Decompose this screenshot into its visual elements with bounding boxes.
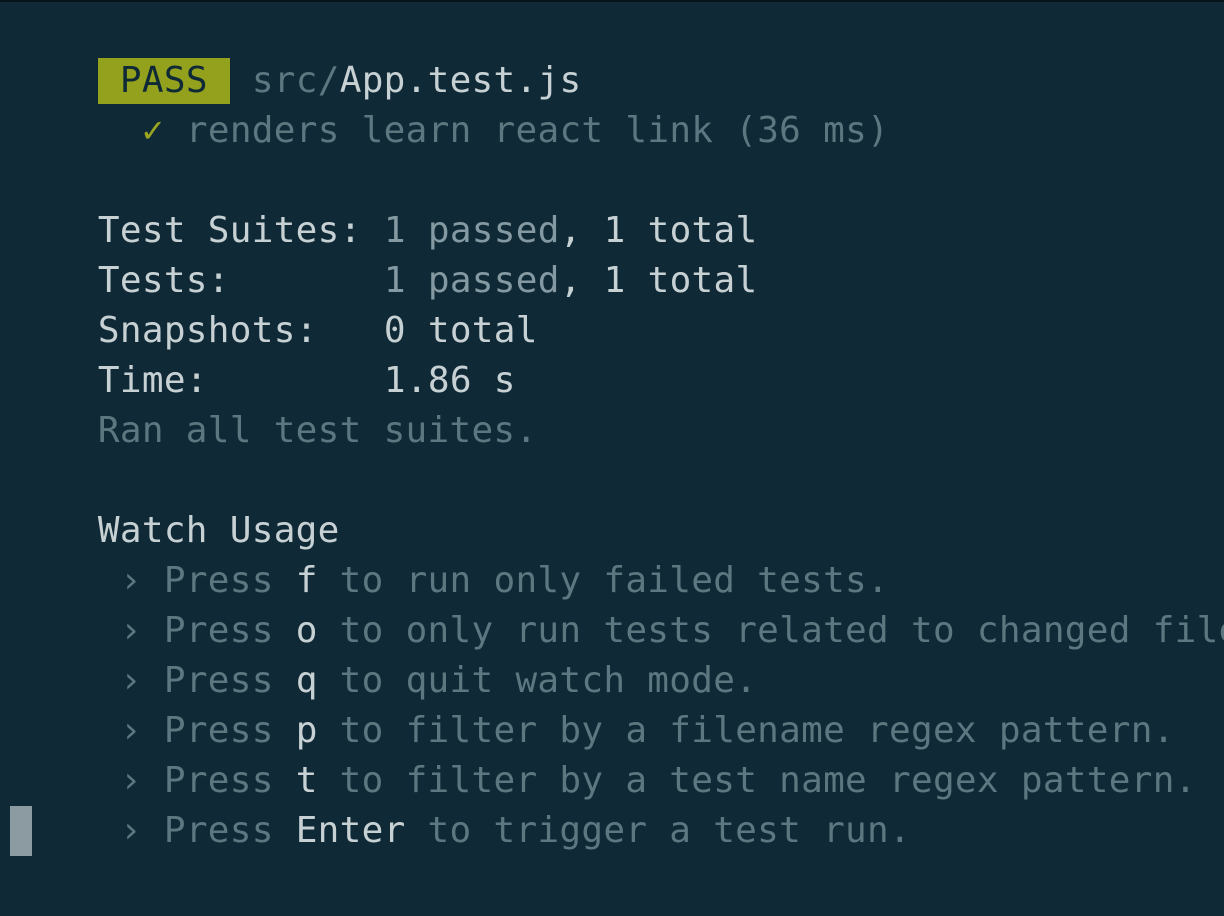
watch-usage-item: › Press p to filter by a filename regex … [32, 656, 1175, 751]
watch-usage-item: › Press q to quit watch mode. [32, 606, 757, 701]
terminal-cursor[interactable] [10, 806, 32, 856]
ran-all-line: Ran all test suites. [10, 356, 537, 451]
summary-tests-value: 1 passed, 1 total [296, 206, 757, 301]
test-case-name: renders learn react link (36 ms) [185, 110, 890, 151]
summary-snapshots-line: Snapshots: [10, 256, 318, 351]
tests-total: , 1 total [559, 260, 758, 301]
watch-usage-item: › Press o to only run tests related to c… [32, 556, 1224, 651]
watch-usage-item: › Press Enter to trigger a test run. [32, 756, 911, 851]
watch-usage-item: › Press f to run only failed tests. [32, 506, 889, 601]
test-case-line: ✓ renders learn react link (36 ms) [54, 56, 889, 151]
summary-time-value: 1.86 s [296, 306, 516, 401]
summary-suites-value: 1 passed, 1 total [296, 156, 757, 251]
ran-all-text: Ran all test suites. [97, 410, 538, 451]
check-icon: ✓ [141, 110, 164, 151]
watch-usage-item: › Press t to filter by a test name regex… [32, 706, 1197, 801]
terminal-window[interactable]: PASS src/App.test.js ✓ renders learn react… [0, 0, 1224, 916]
test-file-result-line: PASS src/App.test.js [10, 6, 581, 104]
summary-tests-line: Tests: [10, 206, 230, 301]
watch-usage-prefix: › Press [119, 810, 296, 851]
watch-usage-title: Watch Usage [10, 456, 340, 551]
watch-usage-description: to trigger a test run. [405, 810, 911, 851]
summary-snapshots-value: 0 total [296, 256, 538, 351]
watch-usage-key: Enter [295, 810, 406, 851]
summary-time-line: Time: [10, 306, 208, 401]
